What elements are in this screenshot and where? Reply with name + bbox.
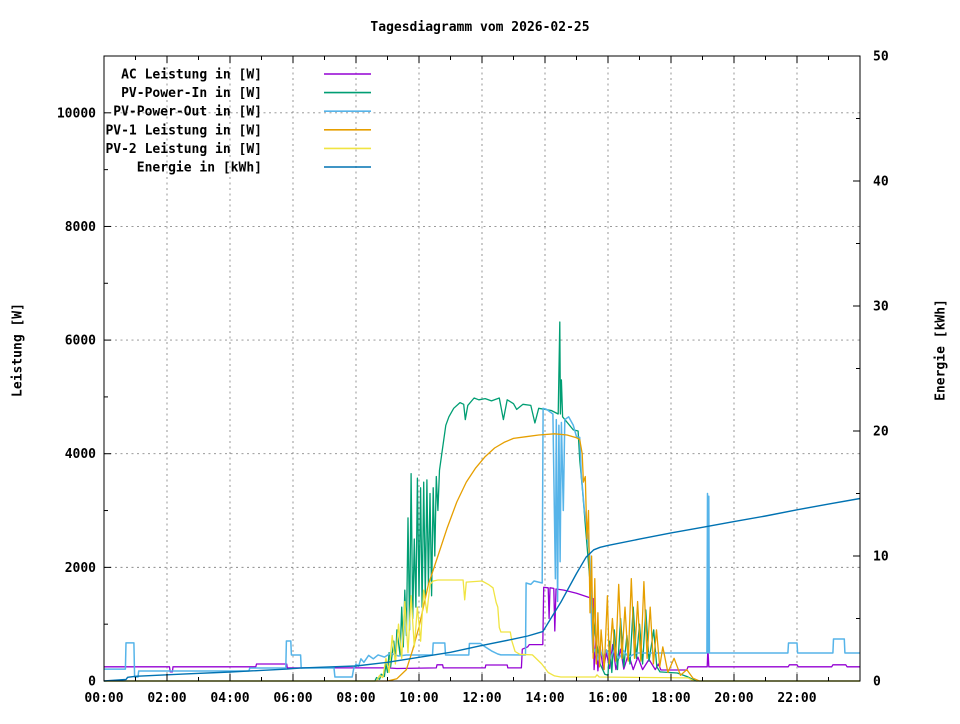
plot-canvas: 00:00 02:00 04:00 06:00 08:00 10:00 12:00 14:00…: [57, 50, 889, 707]
legend-label: PV-Power-Out in [W]: [113, 105, 262, 120]
legend-label: AC Leistung in [W]: [121, 68, 262, 83]
y-axis-label-right: Energie [kWh]: [933, 299, 949, 401]
x-tick-label: 04:00: [210, 691, 249, 706]
legend-label: Energie in [kWh]: [137, 161, 262, 176]
y-right-tick-label: 40: [873, 175, 889, 190]
x-tick-label: 14:00: [525, 691, 564, 706]
legend-item-pv-power-in: PV-Power-In in [W]: [121, 86, 371, 101]
y-right-tick-label: 30: [873, 300, 889, 315]
chart-title: Tagesdiagramm vom 2026-02-25: [370, 20, 590, 35]
x-tick-label: 12:00: [462, 691, 501, 706]
y-left-tick-label: 10000: [57, 106, 96, 121]
y-axis-label-left: Leistung [W]: [10, 303, 26, 397]
x-tick-label: 20:00: [714, 691, 753, 706]
x-tick-label: 06:00: [273, 691, 312, 706]
y-left-tick-label: 8000: [65, 220, 96, 235]
series-pv-power-out: [104, 407, 860, 678]
y-right-tick-label: 0: [873, 675, 881, 690]
y-left-tick-label: 6000: [65, 334, 96, 349]
legend-label: PV-Power-In in [W]: [121, 86, 262, 101]
y-left-tick-label: 4000: [65, 447, 96, 462]
x-tick-label: 16:00: [588, 691, 627, 706]
legend-label: PV-1 Leistung in [W]: [105, 123, 262, 138]
legend-item-ac-leistung: AC Leistung in [W]: [121, 68, 371, 83]
x-tick-label: 22:00: [777, 691, 816, 706]
x-tick-label: 10:00: [399, 691, 438, 706]
legend-label: PV-2 Leistung in [W]: [105, 142, 262, 157]
legend-item-pv-2-leistung: PV-2 Leistung in [W]: [105, 142, 371, 157]
legend-item-pv-1-leistung: PV-1 Leistung in [W]: [105, 123, 371, 138]
chart-image: Tagesdiagramm vom 2026-02-25 Leistung [W…: [0, 0, 960, 720]
x-tick-label: 00:00: [84, 691, 123, 706]
x-tick-label: 08:00: [336, 691, 375, 706]
y-right-tick-label: 10: [873, 550, 889, 565]
legend-item-energie: Energie in [kWh]: [137, 161, 371, 176]
y-right-tick-label: 20: [873, 425, 889, 440]
y-left-tick-label: 0: [88, 675, 96, 690]
legend-item-pv-power-out: PV-Power-Out in [W]: [113, 105, 371, 120]
x-tick-label: 02:00: [147, 691, 186, 706]
y-right-tick-label: 50: [873, 50, 889, 65]
x-tick-label: 18:00: [651, 691, 690, 706]
y-left-tick-label: 2000: [65, 561, 96, 576]
